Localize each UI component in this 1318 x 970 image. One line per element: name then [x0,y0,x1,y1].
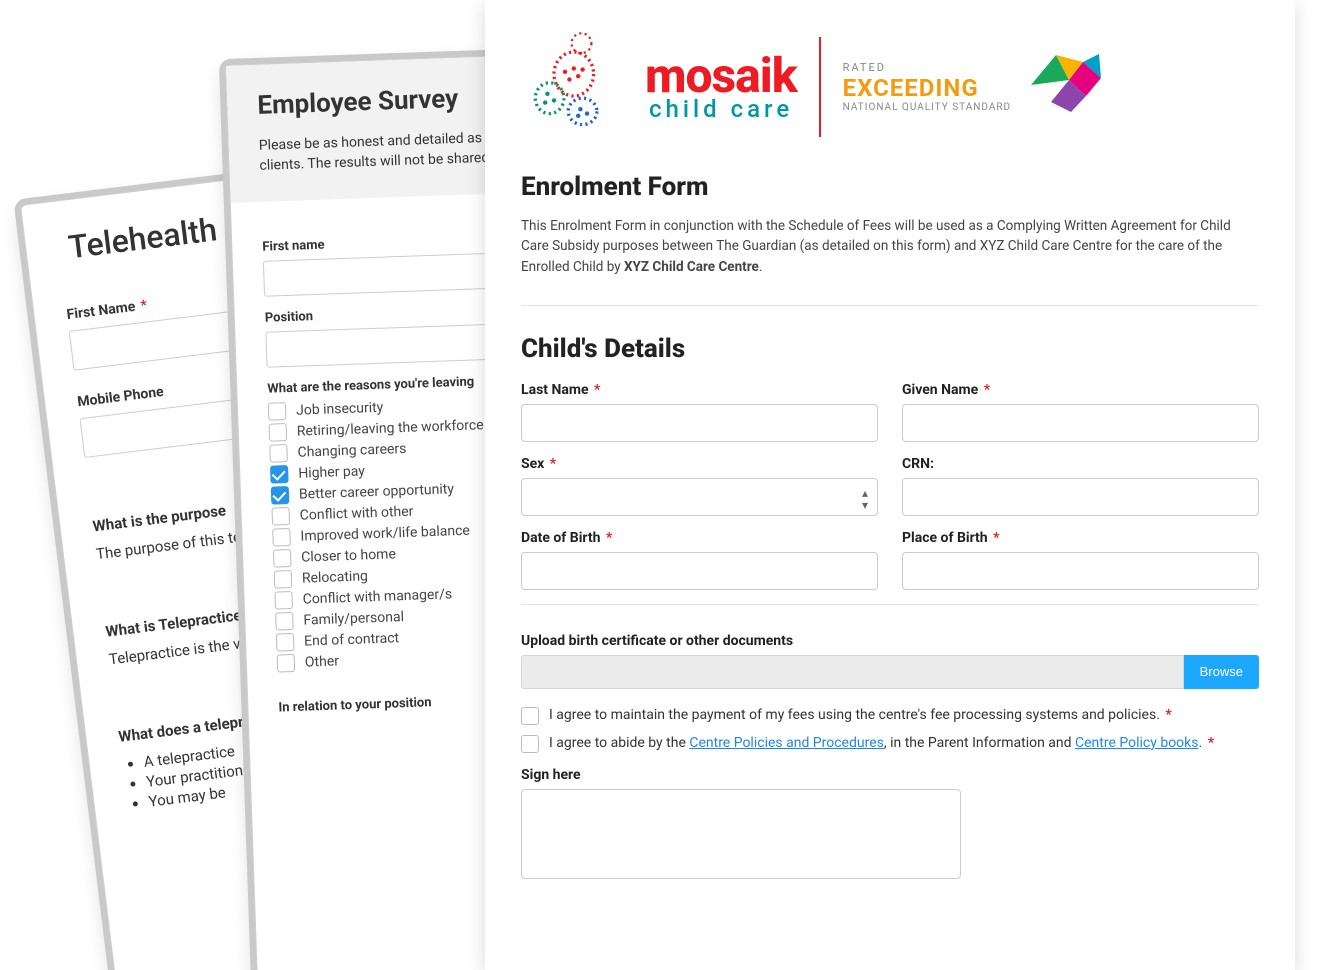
reason-label: Other [305,654,340,671]
reason-checkbox[interactable] [275,612,294,631]
reason-label: Conflict with manager/s [302,587,452,608]
enrolment-form-document: mosaik child care RATED EXCEEDING NATION… [485,0,1295,970]
divider-line [819,37,821,137]
child-details-heading: Child's Details [521,334,1259,364]
browse-button[interactable]: Browse [1184,655,1259,689]
rating-shapes-icon [1021,50,1111,124]
upload-label: Upload birth certificate or other docume… [521,633,1259,649]
crn-label: CRN: [902,456,1259,472]
reason-label: Closer to home [301,547,396,566]
brand-sub-text: child care [649,98,797,121]
mosaik-dots-icon [521,30,631,144]
signature-box[interactable] [521,789,961,879]
last-name-input[interactable] [521,404,878,442]
agree-policies-text: I agree to abide by the Centre Policies … [549,735,1214,751]
given-name-label: Given Name * [902,382,1259,398]
reason-checkbox[interactable] [269,444,288,463]
sign-here-label: Sign here [521,767,1259,783]
rating-exceeding: EXCEEDING [843,74,1011,102]
sex-select[interactable] [521,478,878,516]
reason-label: Relocating [302,569,368,587]
sex-label: Sex * [521,456,878,472]
enrolment-heading: Enrolment Form [521,172,1259,202]
brand-main-text: mosaik [645,53,797,99]
reason-label: End of contract [304,630,400,649]
reason-label: Conflict with other [300,504,414,524]
dob-label: Date of Birth * [521,530,878,546]
reason-checkbox[interactable] [273,549,292,568]
enrolment-intro: This Enrolment Form in conjunction with … [521,216,1259,277]
centre-policy-books-link[interactable]: Centre Policy books [1075,735,1198,751]
reason-label: Retiring/leaving the workforce [297,417,484,440]
reason-checkbox[interactable] [277,654,296,673]
rating-rated: RATED [843,61,1011,74]
given-name-input[interactable] [902,404,1259,442]
reason-checkbox[interactable] [274,570,293,589]
mosaik-logo: mosaik child care [521,30,797,144]
reason-checkbox[interactable] [270,465,289,484]
last-name-label: Last Name * [521,382,878,398]
agree-policies-checkbox[interactable] [521,735,539,753]
crn-input[interactable] [902,478,1259,516]
reason-label: Family/personal [303,609,404,629]
agree-fees-checkbox[interactable] [521,707,539,725]
centre-policies-link[interactable]: Centre Policies and Procedures [689,735,884,751]
pob-input[interactable] [902,552,1259,590]
upload-field[interactable] [521,655,1184,689]
agree-fees-text: I agree to maintain the payment of my fe… [549,707,1172,723]
reason-label: Improved work/life balance [300,523,470,545]
reason-label: Better career opportunity [299,481,454,502]
reason-checkbox[interactable] [276,633,295,652]
reason-label: Higher pay [298,464,365,482]
reason-checkbox[interactable] [269,423,288,442]
reason-checkbox[interactable] [271,507,290,526]
dob-input[interactable] [521,552,878,590]
rating-nqs: NATIONAL QUALITY STANDARD [843,102,1011,113]
reason-label: Job insecurity [296,400,384,419]
reason-checkbox[interactable] [274,591,293,610]
divider [521,604,1259,605]
reason-checkbox[interactable] [271,486,290,505]
rating-block: RATED EXCEEDING NATIONAL QUALITY STANDAR… [843,50,1111,124]
logo-row: mosaik child care RATED EXCEEDING NATION… [521,30,1259,144]
pob-label: Place of Birth * [902,530,1259,546]
divider [521,305,1259,306]
reason-checkbox[interactable] [272,528,291,547]
reason-label: Changing careers [297,441,406,461]
reason-checkbox[interactable] [268,402,287,421]
